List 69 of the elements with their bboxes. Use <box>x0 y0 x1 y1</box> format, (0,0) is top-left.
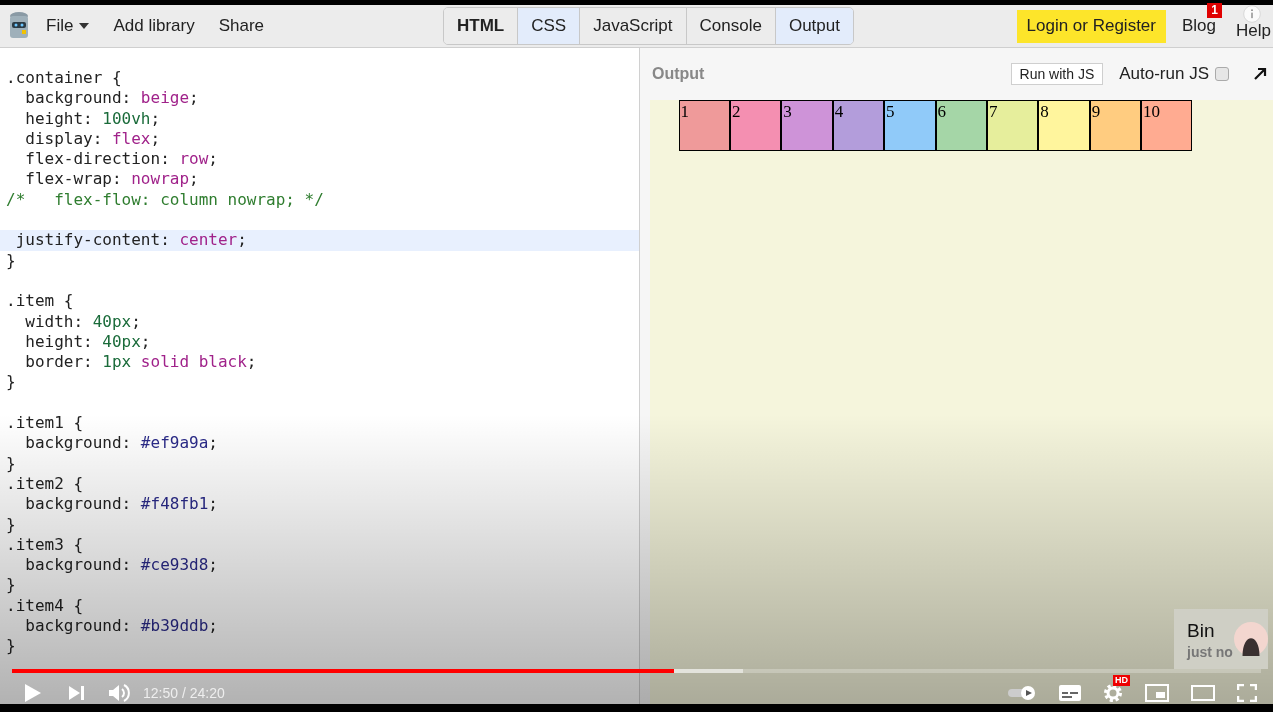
code-line: } <box>6 453 16 473</box>
flex-item: 5 <box>884 100 936 151</box>
notification-badge: 1 <box>1207 3 1223 19</box>
menu-item[interactable]: Share <box>218 13 265 39</box>
blog-link[interactable]: Blog <box>1182 16 1217 36</box>
code-line: background: #ce93d8; <box>24 555 218 575</box>
hd-badge: HD <box>1113 675 1130 686</box>
code-line: } <box>6 372 16 392</box>
avatar <box>1234 622 1268 656</box>
flex-item: 6 <box>935 100 987 151</box>
code-line: /* flex-flow: column nowrap; */ <box>6 189 324 209</box>
code-line: } <box>6 250 16 270</box>
flex-item: 3 <box>781 100 833 151</box>
code-line: display: flex; <box>24 128 161 148</box>
open-external-icon[interactable] <box>1253 67 1267 81</box>
code-line: height: 40px; <box>24 331 151 351</box>
code-line: .item2 { <box>6 473 84 493</box>
code-editor[interactable] <box>0 48 640 704</box>
run-button[interactable]: Run with JS <box>1010 63 1104 85</box>
code-line: .item3 { <box>6 534 84 554</box>
code-line: flex-wrap: nowrap; <box>24 169 199 189</box>
panel-tab[interactable]: CSS <box>517 8 580 44</box>
captions-icon[interactable] <box>1059 685 1081 701</box>
fullscreen-icon[interactable] <box>1237 684 1257 702</box>
code-line: .item { <box>6 291 74 311</box>
time-display: 12:50 / 24:20 <box>143 683 225 703</box>
flex-item: 8 <box>1038 100 1090 151</box>
notification-title: Bin <box>1187 620 1215 642</box>
panel-tab[interactable]: Output <box>774 8 853 44</box>
flex-item: 4 <box>832 100 885 151</box>
code-line: .item4 { <box>6 595 84 615</box>
next-icon[interactable] <box>68 685 86 701</box>
miniplayer-icon[interactable] <box>1145 684 1169 702</box>
notification-card[interactable]: Bin just no <box>1174 609 1268 669</box>
code-line: } <box>6 636 16 656</box>
flex-item: 10 <box>1141 100 1193 151</box>
code-line: background: #f48fb1; <box>24 494 218 514</box>
code-line: height: 100vh; <box>24 108 161 128</box>
checkbox-label: Auto-run JS <box>1119 63 1209 86</box>
code-line: flex-direction: row; <box>24 149 218 169</box>
code-line: background: #ef9a9a; <box>24 433 218 453</box>
flex-item: 1 <box>678 100 730 151</box>
code-line: } <box>6 575 16 595</box>
login-button[interactable]: Login or Register <box>1016 9 1166 43</box>
code-line: background: #b39ddb; <box>24 616 218 635</box>
code-line: width: 40px; <box>24 311 141 331</box>
theater-icon[interactable] <box>1191 685 1215 701</box>
play-icon[interactable] <box>24 683 42 703</box>
info-icon[interactable] <box>1243 5 1261 23</box>
help-link[interactable]: Help <box>1236 21 1271 41</box>
panel-title: Output <box>652 64 705 84</box>
code-line: background: beige; <box>24 88 199 108</box>
flex-item: 7 <box>986 100 1039 151</box>
caret-icon <box>79 23 90 29</box>
flex-item: 9 <box>1089 100 1142 151</box>
volume-icon[interactable] <box>108 683 130 703</box>
settings-icon[interactable] <box>1103 683 1123 703</box>
code-line: justify-content: center; <box>14 230 247 250</box>
flex-item: 2 <box>729 100 782 151</box>
menu-item[interactable]: File <box>46 13 90 39</box>
bin-logo-icon[interactable] <box>8 11 30 41</box>
code-line: border: 1px solid black; <box>24 352 257 372</box>
code-line: } <box>6 514 16 534</box>
code-line: .item1 { <box>6 413 84 433</box>
autorun-checkbox[interactable] <box>1215 67 1229 81</box>
autoplay-toggle[interactable] <box>1007 685 1037 701</box>
code-line: .container { <box>6 68 122 87</box>
menu-item[interactable]: Add library <box>113 13 195 39</box>
notification-time: just no <box>1187 643 1233 662</box>
